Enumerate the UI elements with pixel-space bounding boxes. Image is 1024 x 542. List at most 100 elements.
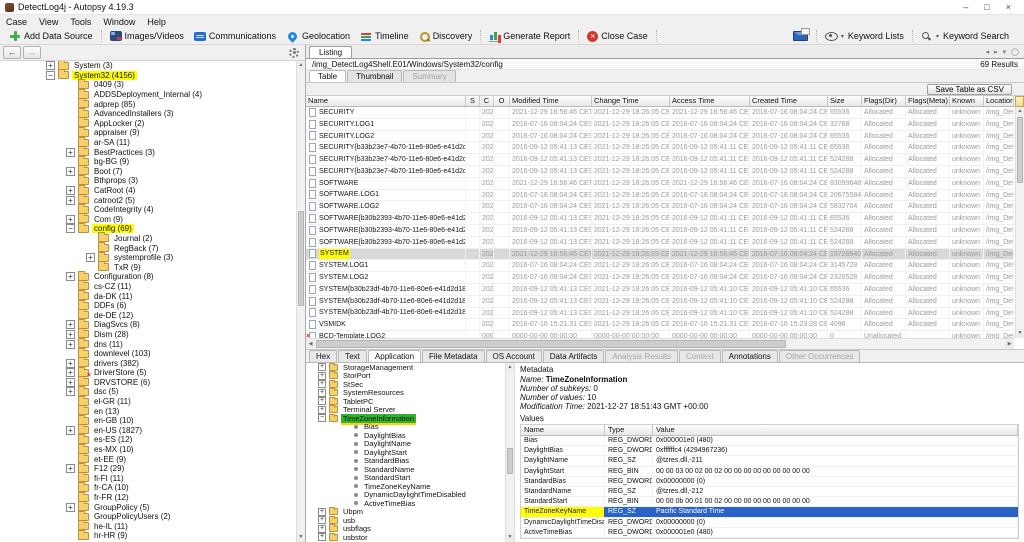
tree-item[interactable]: +en-US (1827) [0, 426, 296, 436]
registry-tree-scrollbar[interactable]: ▲ ▼ [505, 363, 514, 542]
registry-tree-item[interactable]: +usbflags [306, 525, 505, 534]
table-row[interactable]: SECURITY2021-12-29 18:26:05 CET2021-12-2… [306, 107, 1014, 119]
subtab-table[interactable]: Table [309, 70, 346, 82]
tree-item[interactable]: appraiser (9) [0, 128, 296, 138]
tree-item[interactable]: +DRVSTORE (6) [0, 378, 296, 388]
tree-item[interactable]: −config (69) [0, 224, 296, 234]
column-header-s[interactable]: S [466, 96, 480, 106]
expand-icon[interactable]: + [66, 340, 75, 349]
tree-item[interactable]: GroupPolicyUsers (2) [0, 512, 296, 522]
registry-tree-item[interactable]: +StorageManagement [306, 363, 505, 372]
menu-view[interactable]: View [33, 17, 64, 27]
table-vertical-scrollbar[interactable]: ▲ ▼ [1015, 107, 1024, 338]
tree-item[interactable]: es-MX (10) [0, 445, 296, 455]
tab-scroll-right-icon[interactable]: ▸ [994, 48, 998, 56]
table-row[interactable]: VSMIDK2021-12-29 18:26:05 CET2016-07-16 … [306, 319, 1014, 331]
expand-icon[interactable]: + [66, 272, 75, 281]
tree-item[interactable]: +DiagSvcs (8) [0, 320, 296, 330]
collapse-icon[interactable]: − [318, 414, 326, 422]
communications-button[interactable]: Communications [189, 30, 281, 42]
tab-data-artifacts[interactable]: Data Artifacts [543, 350, 605, 362]
scroll-up-icon[interactable]: ▲ [297, 61, 305, 70]
tree-item[interactable]: Journal (2) [0, 234, 296, 244]
maximize-window-icon[interactable]: ◯ [1011, 48, 1019, 56]
registry-tree-item[interactable]: DaylightBias [306, 431, 505, 440]
values-table-row[interactable]: TimeZoneKeyNameREG_SZPacific Standard Ti… [521, 507, 1018, 517]
subtab-thumbnail[interactable]: Thumbnail [347, 70, 402, 82]
expand-icon[interactable]: + [66, 378, 75, 387]
tree-item[interactable]: he-IL (11) [0, 522, 296, 532]
tab-hex[interactable]: Hex [309, 350, 337, 362]
close-button[interactable]: × [1006, 2, 1011, 12]
scrollbar-thumb[interactable] [507, 448, 513, 474]
minimize-button[interactable]: – [963, 2, 968, 12]
registry-tree-item[interactable]: StandardBias [306, 457, 505, 466]
values-table-row[interactable]: DaylightStartREG_BIN00 00 03 00 02 00 02… [521, 467, 1018, 477]
tree-item[interactable]: AdvancedInstallers (3) [0, 109, 296, 119]
tree-item[interactable]: +BestPractices (3) [0, 147, 296, 157]
keyword-lists-button[interactable]: ▾ Keyword Lists [820, 30, 909, 42]
table-row[interactable]: SECURITY.LOG12021-12-29 18:26:05 CET2016… [306, 119, 1014, 131]
registry-tree-item[interactable]: +Terminal Server [306, 406, 505, 415]
registry-tree-item[interactable]: StandardStart [306, 474, 505, 483]
tree-item[interactable]: +System (3) [0, 61, 296, 71]
values-table-row[interactable]: StandardNameREG_SZ@tzres.dll,-212 [521, 487, 1018, 497]
tree-item[interactable]: Bthprops (3) [0, 176, 296, 186]
column-header-o[interactable]: O [494, 96, 510, 106]
add-data-source-button[interactable]: Add Data Source [4, 29, 98, 43]
column-header-name[interactable]: Name [306, 96, 466, 106]
expand-icon[interactable]: + [318, 363, 326, 371]
column-header-size[interactable]: Size [828, 96, 862, 106]
registry-tree-item[interactable]: +usbstor [306, 533, 505, 542]
registry-tree-item[interactable]: DaylightName [306, 440, 505, 449]
expand-icon[interactable]: + [86, 253, 95, 262]
table-options-icon[interactable] [1015, 96, 1024, 107]
table-row[interactable]: SYSTEM{b30b23df-4b70-11e6-80e6-e41d2d18d… [306, 308, 1014, 320]
tree-item[interactable]: ADDSDeployment_Internal (4) [0, 90, 296, 100]
ingest-messages-button[interactable] [788, 30, 813, 42]
table-row[interactable]: SOFTWARE2021-12-29 18:26:05 CET2021-12-2… [306, 178, 1014, 190]
column-header-location[interactable]: Location [984, 96, 1014, 106]
scroll-up-icon[interactable]: ▲ [1016, 107, 1024, 116]
menu-window[interactable]: Window [97, 17, 141, 27]
table-row[interactable]: SYSTEM.LOG22021-12-29 18:26:05 CET2016-0… [306, 272, 1014, 284]
registry-tree-item[interactable]: +StorPort [306, 372, 505, 381]
tree-item[interactable]: +dsc (5) [0, 387, 296, 397]
tree-item[interactable]: +CatRoot (4) [0, 186, 296, 196]
tab-application[interactable]: Application [368, 350, 421, 362]
expand-icon[interactable]: + [66, 186, 75, 195]
column-header-access-time[interactable]: Access Time [670, 96, 750, 106]
expand-icon[interactable]: + [318, 380, 326, 388]
scroll-up-icon[interactable]: ▲ [506, 363, 514, 372]
table-row[interactable]: SOFTWARE.LOG22021-12-29 18:26:05 CET2016… [306, 201, 1014, 213]
tab-file-metadata[interactable]: File Metadata [422, 350, 484, 362]
tree-item[interactable]: fr-FR (12) [0, 493, 296, 503]
registry-tree-item[interactable]: Bias [306, 423, 505, 432]
column-header-flags-meta[interactable]: Flags(Meta) [906, 96, 950, 106]
tab-scroll-left-icon[interactable]: ◂ [986, 48, 990, 56]
registry-tree-item[interactable]: −TimeZoneInformation [306, 414, 505, 423]
tree-item[interactable]: adprep (85) [0, 99, 296, 109]
tree-item[interactable]: +catroot2 (5) [0, 195, 296, 205]
expand-icon[interactable]: + [318, 397, 326, 405]
column-header-flags-dir[interactable]: Flags(Dir) [862, 96, 906, 106]
tree-item[interactable]: fr-CA (10) [0, 483, 296, 493]
registry-tree-item[interactable]: +SystemResources [306, 389, 505, 398]
table-row[interactable]: SYSTEM{b30b23df-4b70-11e6-80e6-e41d2d18d… [306, 284, 1014, 296]
tree-item[interactable]: bg-BG (9) [0, 157, 296, 167]
table-row[interactable]: SECURITY{b33b23e7-4b70-11e6-80e6-e41d2d1… [306, 142, 1014, 154]
scroll-left-icon[interactable]: ◀ [306, 339, 315, 349]
expand-icon[interactable]: + [66, 464, 75, 473]
close-case-button[interactable]: Close Case [582, 30, 653, 43]
table-row[interactable]: SYSTEM2021-12-29 18:26:05 CET2021-12-29 … [306, 249, 1014, 261]
expand-icon[interactable]: + [66, 148, 75, 157]
tree-item[interactable]: et-EE (9) [0, 454, 296, 464]
directory-tree-scrollbar[interactable]: ▲ ▼ [296, 61, 305, 542]
expand-icon[interactable]: + [66, 368, 75, 377]
collapse-icon[interactable]: − [46, 71, 55, 80]
column-header-known[interactable]: Known [950, 96, 984, 106]
expand-icon[interactable]: + [66, 196, 75, 205]
values-table-row[interactable]: DaylightBiasREG_DWORD0xffffffc4 (4294967… [521, 446, 1018, 456]
tree-item[interactable]: +GroupPolicy (5) [0, 502, 296, 512]
values-table-row[interactable]: StandardStartREG_BIN00 00 0b 00 01 00 02… [521, 497, 1018, 507]
